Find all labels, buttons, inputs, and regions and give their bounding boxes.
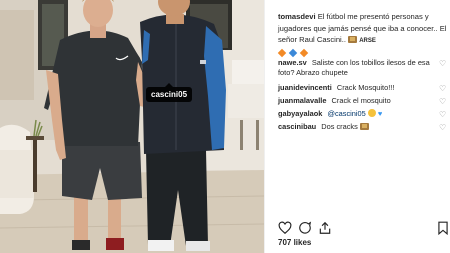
user-tag[interactable]: cascini05 [146,83,193,102]
comment-text: Dos cracks [321,122,358,131]
blue-diamond-icon [288,48,298,58]
comment-text: Crack el mosquito [331,96,391,105]
heart-icon[interactable]: ♡ [439,85,446,93]
orange-diamond-icon [277,48,287,58]
action-bar [278,221,450,236]
heart-icon[interactable] [278,221,292,235]
comment-mention[interactable]: @cascini05 [327,109,365,118]
post-caption: tomasdevi El fútbol me presentó personas… [277,11,450,59]
comment-username[interactable]: cascinibau [278,122,316,131]
orange-diamond-icon [300,48,309,58]
heart-icon[interactable]: ♡ [439,60,446,68]
smile-emoji-icon [367,109,376,117]
share-icon[interactable] [318,221,332,235]
comment-icon[interactable] [298,221,312,235]
heart-icon[interactable]: ♡ [439,98,446,106]
emoji-icon [359,122,369,133]
instagram-post: cascini05 tomasdevi El fútbol me present… [0,0,450,253]
comment-item: cascinibau Dos cracks ♡ [278,122,450,133]
comment-username[interactable]: juanmalavalle [278,96,326,105]
heart-icon[interactable]: ♡ [439,111,446,119]
comment-username[interactable]: gabyayalaok [278,109,322,118]
comment-item: nawe.sv Saliste con los tobillos ilesos … [278,58,450,78]
comment-item: juanidevincenti Crack Mosquito!!! ♡ [278,83,450,93]
bookmark-icon[interactable] [436,221,450,236]
post-sidebar: tomasdevi El fútbol me presentó personas… [264,0,450,253]
emoji-icon [348,35,358,47]
comment-item: gabyayalaok @cascini05 ♥ ♡ [278,109,450,119]
comment-text: Crack Mosquito!!! [336,83,395,92]
comment-username[interactable]: juanidevincenti [278,83,332,92]
blue-heart-icon: ♥ [377,109,383,118]
photo-illustration [0,0,264,253]
like-count[interactable]: 707 likes [278,238,311,247]
post-photo[interactable]: cascini05 [0,0,264,253]
caption-username[interactable]: tomasdevi [278,12,316,21]
comment-username[interactable]: nawe.sv [278,58,307,67]
heart-icon[interactable]: ♡ [439,124,446,132]
caption-suffix: ARSE [359,38,376,45]
comment-item: juanmalavalle Crack el mosquito ♡ [278,96,450,106]
